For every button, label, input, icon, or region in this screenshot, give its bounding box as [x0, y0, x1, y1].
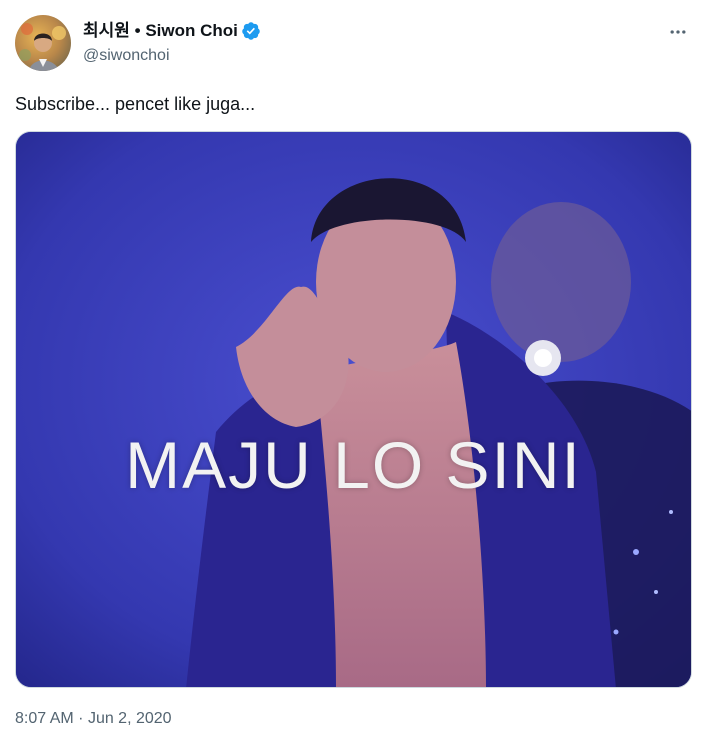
tweet-time[interactable]: 8:07 AM	[15, 710, 74, 727]
author-names: 최시원 • Siwon Choi @siwonchoi	[83, 21, 261, 65]
more-horizontal-icon	[670, 30, 686, 34]
tweet-card: 최시원 • Siwon Choi @siwonchoi Subscribe...…	[0, 0, 712, 748]
more-options-button[interactable]	[663, 17, 693, 47]
media-caption: MAJU LO SINI	[125, 428, 582, 502]
author-name-row[interactable]: 최시원 • Siwon Choi	[83, 21, 261, 41]
verified-badge-icon	[242, 22, 260, 40]
tweet-timestamp: 8:07 AM · Jun 2, 2020	[15, 708, 172, 730]
tweet-media-photo[interactable]: MAJU LO SINI	[15, 131, 692, 688]
avatar-image	[15, 15, 71, 71]
tweet-text: Subscribe... pencet like juga...	[15, 94, 256, 114]
tweet-date[interactable]: Jun 2, 2020	[88, 710, 172, 727]
author-handle[interactable]: @siwonchoi	[83, 47, 261, 65]
tweet-header: 최시원 • Siwon Choi @siwonchoi	[15, 15, 697, 71]
author-display-name[interactable]: 최시원 • Siwon Choi	[83, 21, 238, 41]
author-avatar[interactable]	[15, 15, 71, 71]
timestamp-separator: ·	[78, 710, 84, 727]
photo-image	[16, 132, 691, 687]
